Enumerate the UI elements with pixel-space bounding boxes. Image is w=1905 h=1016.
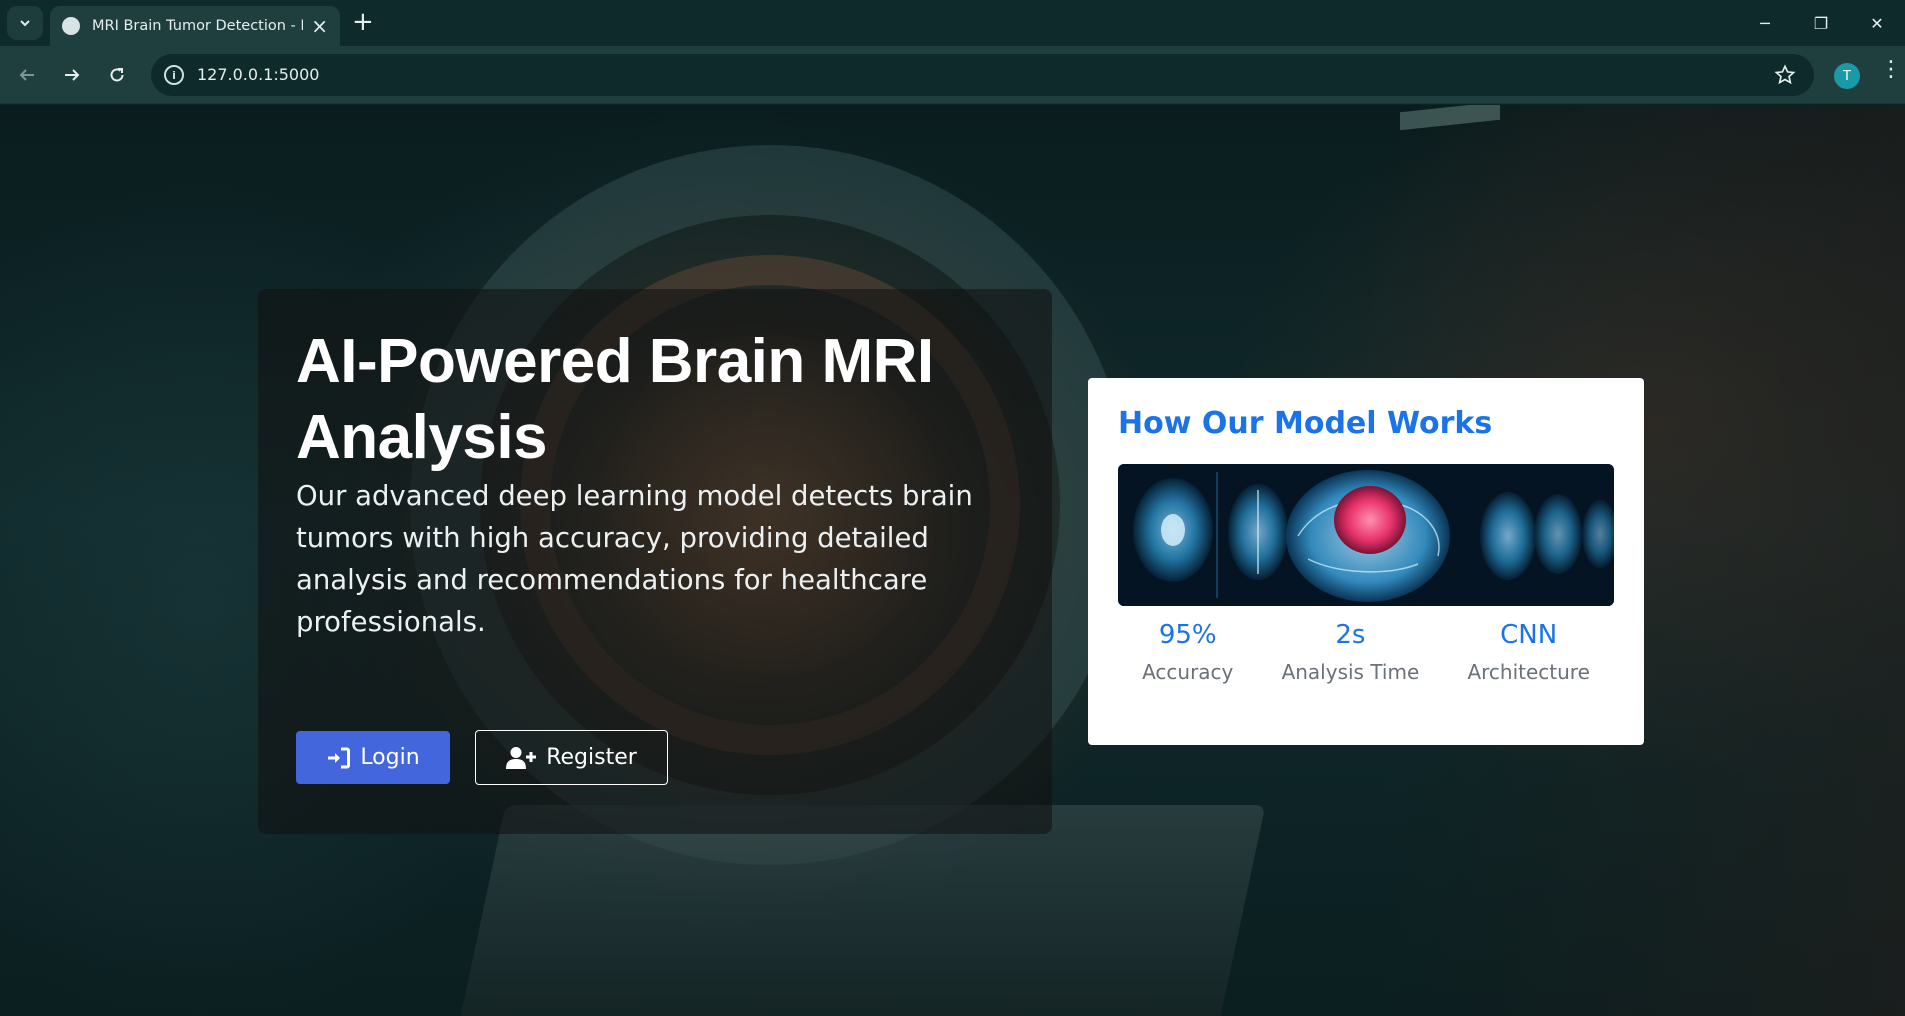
brain-mri-illustration: [1118, 464, 1614, 606]
model-info-card: How Our Model Works 95% Accuracy 2s Anal…: [1088, 378, 1644, 745]
profile-avatar[interactable]: T: [1834, 63, 1860, 89]
address-bar[interactable]: i 127.0.0.1:5000: [151, 54, 1814, 96]
login-button[interactable]: Login: [296, 731, 450, 784]
forward-button[interactable]: [57, 60, 87, 90]
chevron-down-icon: [20, 20, 30, 27]
tab-title: MRI Brain Tumor Detection - Ho: [92, 18, 304, 34]
stat-value: CNN: [1500, 620, 1558, 650]
hero-card: AI-Powered Brain MRI Analysis Our advanc…: [258, 289, 1052, 834]
new-tab-button[interactable]: +: [352, 9, 374, 35]
sign-in-icon: [326, 747, 351, 769]
model-stats: 95% Accuracy 2s Analysis Time CNN Archit…: [1118, 618, 1614, 686]
stat-label: Accuracy: [1142, 660, 1234, 684]
browser-toolbar: i 127.0.0.1:5000 T ⋮: [0, 46, 1905, 104]
stat-value: 2s: [1335, 620, 1366, 650]
close-tab-icon[interactable]: ×: [311, 16, 328, 36]
login-label: Login: [360, 745, 420, 770]
register-button[interactable]: Register: [475, 730, 668, 785]
url-text[interactable]: 127.0.0.1:5000: [197, 65, 319, 84]
site-info-icon[interactable]: i: [164, 65, 184, 85]
hero-description: Our advanced deep learning model detects…: [296, 480, 973, 638]
reload-button[interactable]: [102, 60, 132, 90]
scanner-table: [454, 805, 1266, 1016]
hero-title: AI-Powered Brain MRI Analysis: [296, 327, 934, 472]
stat-value: 95%: [1158, 620, 1217, 650]
user-plus-icon: [506, 746, 537, 770]
model-card-title: How Our Model Works: [1118, 406, 1493, 441]
reload-icon: [110, 68, 124, 82]
browser-tab-bar: MRI Brain Tumor Detection - Ho × + ─ ❐ ✕: [0, 0, 1905, 46]
tab-search-button[interactable]: [7, 6, 43, 40]
back-button[interactable]: [12, 60, 42, 90]
stat-analysis-time: 2s Analysis Time: [1282, 618, 1420, 686]
restore-button[interactable]: ❐: [1793, 0, 1849, 46]
window-controls: ─ ❐ ✕: [1737, 0, 1905, 46]
register-label: Register: [546, 745, 637, 770]
stat-label: Analysis Time: [1281, 660, 1420, 684]
active-tab[interactable]: MRI Brain Tumor Detection - Ho ×: [50, 6, 340, 46]
arrow-right-icon: [65, 69, 80, 81]
minimize-button[interactable]: ─: [1737, 0, 1793, 46]
page-viewport: AI-Powered Brain MRI Analysis Our advanc…: [0, 105, 1905, 1016]
stat-label: Architecture: [1467, 660, 1590, 684]
bookmark-star-icon[interactable]: [1774, 64, 1796, 86]
globe-icon: [62, 17, 80, 35]
close-window-button[interactable]: ✕: [1849, 0, 1905, 46]
stat-accuracy: 95% Accuracy: [1142, 618, 1233, 686]
stat-architecture: CNN Architecture: [1467, 618, 1589, 686]
browser-menu-icon[interactable]: ⋮: [1880, 59, 1902, 81]
arrow-left-icon: [19, 69, 34, 81]
